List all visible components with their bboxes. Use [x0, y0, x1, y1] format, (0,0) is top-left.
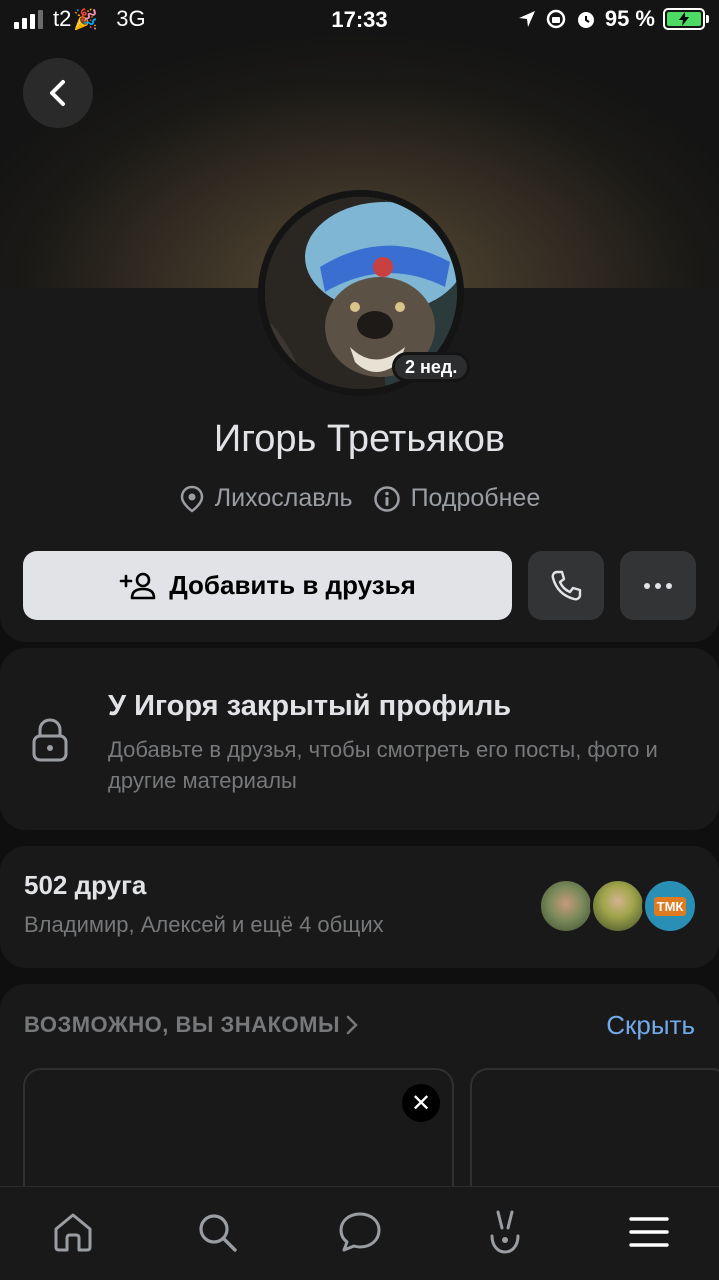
- avatar: [590, 878, 646, 934]
- location-pin-icon: [180, 485, 204, 513]
- friends-card[interactable]: 502 друга Владимир, Алексей и ещё 4 общи…: [0, 846, 719, 968]
- chevron-right-icon: [346, 1015, 358, 1035]
- tab-bar: [0, 1186, 719, 1280]
- more-button[interactable]: [620, 551, 696, 620]
- add-friend-icon: [119, 572, 156, 599]
- suggestions-title[interactable]: ВОЗМОЖНО, ВЫ ЗНАКОМЫ: [24, 1012, 358, 1038]
- messages-icon: [339, 1212, 381, 1252]
- private-text: Добавьте в друзья, чтобы смотреть его по…: [108, 737, 658, 793]
- status-bar: t2 🎉 3G 17:33 95 %: [0, 0, 719, 40]
- back-button[interactable]: [23, 58, 93, 128]
- lock-icon: [32, 718, 68, 762]
- info-icon: [373, 485, 400, 512]
- tmk-logo-text: ТМК: [653, 896, 687, 916]
- add-friend-button[interactable]: Добавить в друзья: [23, 551, 512, 620]
- suggestions-title-label: ВОЗМОЖНО, ВЫ ЗНАКОМЫ: [24, 1012, 340, 1037]
- menu-icon: [629, 1217, 669, 1247]
- avatar-badge: 2 нед.: [392, 352, 471, 382]
- tab-menu[interactable]: [624, 1207, 674, 1257]
- profile-name: Игорь Третьяков: [213, 418, 506, 460]
- location-label: Лихославль: [214, 484, 353, 512]
- location-link[interactable]: Лихославль: [179, 484, 353, 513]
- details-link[interactable]: Подробнее: [373, 484, 541, 513]
- home-icon: [54, 1213, 92, 1252]
- alarm-icon: [577, 12, 594, 28]
- tab-messages[interactable]: [335, 1207, 385, 1257]
- clips-icon: [490, 1210, 520, 1254]
- friends-count: 502 друга: [24, 870, 147, 900]
- avatar: [538, 878, 594, 934]
- private-profile-card: У Игоря закрытый профиль Добавьте в друз…: [0, 648, 719, 830]
- close-icon[interactable]: ✕: [402, 1084, 440, 1122]
- avatar: ТМК: [642, 878, 698, 934]
- search-icon: [199, 1214, 237, 1252]
- call-button[interactable]: [528, 551, 604, 620]
- orientation-lock-icon: [546, 9, 566, 29]
- location-arrow-icon: [518, 11, 535, 27]
- battery-charging-icon: [663, 8, 709, 30]
- details-label: Подробнее: [410, 484, 541, 512]
- hide-suggestions-link[interactable]: Скрыть: [606, 1010, 695, 1041]
- chevron-left-icon: [50, 80, 65, 106]
- tab-clips[interactable]: [480, 1207, 530, 1257]
- phone-icon: [551, 570, 582, 600]
- more-icon: [644, 582, 672, 589]
- mutual-friends: Владимир, Алексей и ещё 4 общих: [24, 912, 384, 937]
- battery-percent: 95 %: [604, 6, 655, 31]
- tab-home[interactable]: [48, 1207, 98, 1257]
- tab-search[interactable]: [192, 1207, 242, 1257]
- profile-meta: Лихославль Подробнее: [0, 484, 719, 513]
- private-title: У Игоря закрытый профиль: [108, 690, 512, 722]
- add-friend-label: Добавить в друзья: [169, 570, 416, 600]
